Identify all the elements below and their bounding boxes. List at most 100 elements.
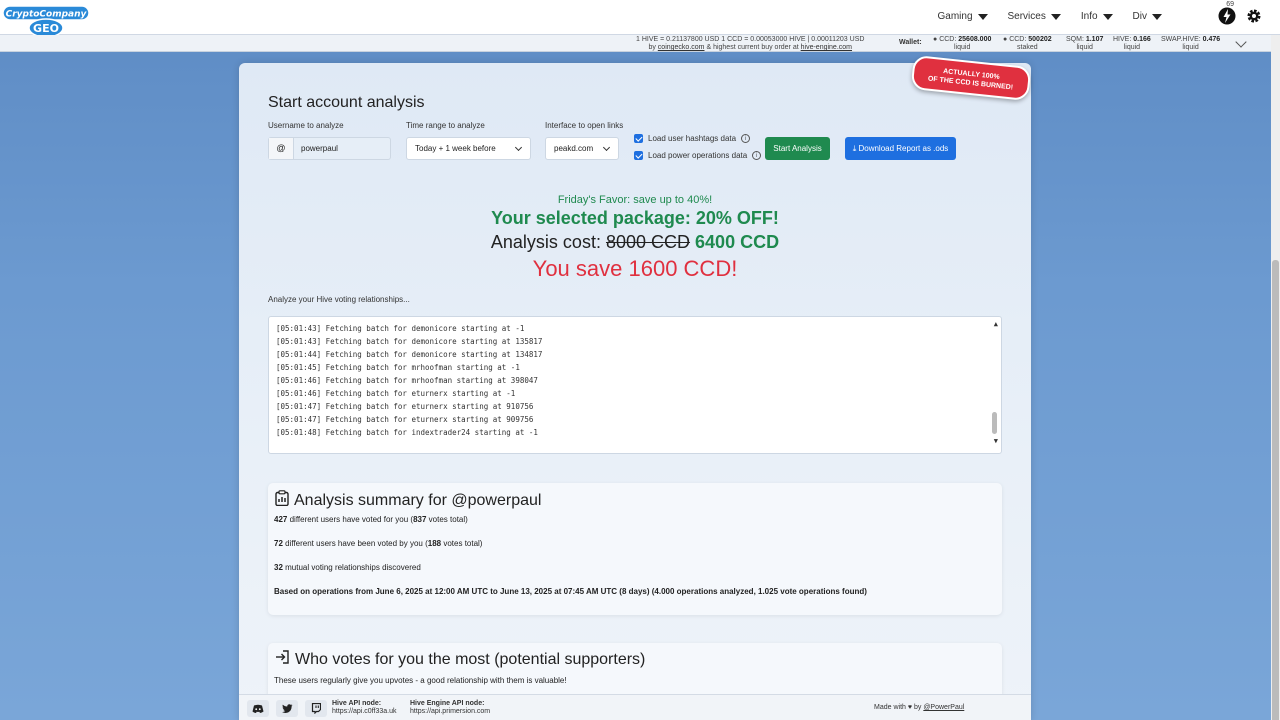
menu-services-label: Services (1007, 11, 1046, 22)
site-logo[interactable]: CryptoCompany GEO (2, 4, 90, 38)
info-icon[interactable]: i (741, 134, 751, 143)
twitch-button[interactable] (305, 700, 327, 717)
at-prefix: @ (269, 138, 294, 159)
he-api-label: Hive Engine API node: (410, 700, 485, 707)
twitter-button[interactable] (276, 700, 298, 717)
scroll-down-icon[interactable]: ▼ (994, 435, 998, 448)
voters-count: 427 (274, 515, 288, 524)
voters-end: votes total) (428, 515, 468, 524)
menu-services[interactable]: Services (1008, 11, 1061, 22)
time-range-select[interactable]: Today + 1 week before (406, 137, 531, 160)
discord-button[interactable] (247, 700, 269, 717)
menu-div[interactable]: Div (1133, 11, 1162, 22)
wallet-stat-ccd-staked: ● CCD: 500202 staked (1003, 36, 1052, 52)
voted-end: votes total) (443, 539, 483, 548)
made-with: Made with ♥ by @PowerPaul (874, 704, 964, 711)
supporters-subtitle: These users regularly give you upvotes -… (274, 676, 567, 685)
scroll-up-icon[interactable]: ▲ (994, 318, 998, 331)
twitter-icon (281, 704, 292, 713)
expand-chevron-icon[interactable] (1235, 36, 1247, 48)
hashtags-checkbox-label: Load user hashtags data (648, 134, 737, 143)
savings-text: You save 1600 CCD! (532, 256, 738, 281)
log-line: [05:01:48] Fetching batch for indextrade… (276, 428, 538, 437)
username-input[interactable]: @ powerpaul (268, 137, 391, 160)
username-value: powerpaul (301, 144, 338, 153)
supporters-title: Who votes for you the most (potential su… (275, 650, 645, 669)
power-ops-checkbox-row[interactable]: Load power operations data i (634, 151, 762, 160)
time-range-value: Today + 1 week before (415, 144, 496, 153)
stat-sub: liquid (954, 44, 971, 51)
hashtags-checkbox[interactable] (634, 134, 643, 143)
download-report-label: Download Report as .ods (858, 144, 949, 153)
start-analysis-button[interactable]: Start Analysis (765, 137, 830, 160)
main-menu: Gaming Services Info Div (937, 11, 1162, 22)
hashtags-checkbox-row[interactable]: Load user hashtags data i (634, 134, 751, 143)
summary-voted: 72 different users have been voted by yo… (274, 539, 482, 548)
he-api-value: https://api.primersion.com (410, 708, 491, 715)
heart-icon: ♥ (907, 704, 913, 711)
chevron-down-icon (514, 143, 523, 152)
made-with-text: Made with (874, 704, 906, 711)
voted-text: different users have been voted by you ( (285, 539, 428, 548)
hive-api-label: Hive API node: (332, 700, 382, 707)
analysis-summary-panel: Analysis summary for @powerpaul 427 diff… (268, 483, 1002, 615)
interface-select[interactable]: peakd.com (545, 137, 619, 160)
page-scrollbar-thumb[interactable] (1272, 260, 1279, 720)
log-label: Analyze your Hive voting relationships..… (268, 295, 410, 304)
summary-title: Analysis summary for @powerpaul (275, 490, 541, 511)
log-line: [05:01:43] Fetching batch for demonicore… (276, 324, 525, 333)
nav-icons (1218, 7, 1262, 30)
menu-info[interactable]: Info (1081, 11, 1113, 22)
stat-sub: staked (1017, 44, 1038, 51)
gear-icon[interactable] (1246, 8, 1262, 29)
hive-engine-link[interactable]: hive-engine.com (801, 44, 852, 51)
page-scrollbar[interactable] (1271, 35, 1280, 720)
made-by-text: by (913, 704, 922, 711)
cost-label: Analysis cost: (490, 232, 601, 252)
coingecko-link[interactable]: coingecko.com (658, 44, 705, 51)
summary-based-on: Based on operations from June 6, 2025 at… (274, 587, 867, 596)
interface-value: peakd.com (554, 144, 594, 153)
log-line: [05:01:43] Fetching batch for demonicore… (276, 337, 543, 346)
svg-text:CryptoCompany: CryptoCompany (6, 10, 88, 20)
price-ticker: 1 HIVE = 0.21137800 USD 1 CCD = 0.000530… (0, 35, 1280, 52)
hive-api-node: Hive API node: https://api.c0ff33a.uk (332, 700, 396, 716)
log-scrollbar[interactable] (992, 412, 997, 434)
download-report-button[interactable]: ⤓ Download Report as .ods (845, 137, 956, 160)
interface-label: Interface to open links (545, 121, 624, 130)
stat-value: 25608.000 (958, 36, 992, 43)
voters-votes: 837 (413, 515, 427, 524)
ccd-coin-icon: ● (933, 36, 938, 43)
voted-votes: 188 (427, 539, 442, 548)
supporters-title-text: Who votes for you the most (potential su… (295, 650, 646, 668)
log-line: [05:01:44] Fetching batch for demonicore… (276, 350, 543, 359)
download-icon: ⤓ (852, 144, 857, 153)
stat-value: 500202 (1028, 36, 1052, 43)
menu-gaming[interactable]: Gaming (937, 11, 988, 22)
clipboard-icon (275, 490, 289, 511)
twitch-icon (311, 703, 321, 714)
power-ops-checkbox-label: Load power operations data (648, 151, 748, 160)
hive-logo-icon[interactable] (1218, 7, 1236, 30)
rate-line: 1 HIVE = 0.21137800 USD 1 CCD = 0.000530… (636, 36, 865, 43)
stat-sub: liquid (1182, 44, 1199, 51)
stat-label: CCD: (939, 36, 957, 43)
ccd-coin-icon: ● (1003, 36, 1008, 43)
promo-banner: Friday's Favor: save up to 40%! (557, 194, 713, 206)
username-label: Username to analyze (268, 121, 344, 130)
info-icon[interactable]: i (752, 151, 762, 160)
new-price: 6400 CCD (695, 232, 780, 252)
mutual-text: mutual voting relationships discovered (285, 563, 421, 572)
footer: Hive API node: https://api.c0ff33a.uk Hi… (239, 694, 1031, 720)
log-line: [05:01:46] Fetching batch for eturnerx s… (276, 389, 516, 398)
stat-label: SQM: (1066, 36, 1084, 43)
rate-source-prefix: by (648, 44, 656, 51)
power-ops-checkbox[interactable] (634, 151, 643, 160)
stat-sub: liquid (1076, 44, 1093, 51)
stat-sub: liquid (1123, 44, 1141, 51)
log-output[interactable]: [05:01:43] Fetching batch for demonicore… (268, 316, 1002, 454)
top-navbar: CryptoCompany GEO Gaming Services Info D… (0, 0, 1280, 38)
stat-value: 1.107 (1085, 36, 1104, 43)
author-link[interactable]: @PowerPaul (923, 704, 964, 711)
summary-title-text: Analysis summary for @powerpaul (294, 491, 542, 509)
